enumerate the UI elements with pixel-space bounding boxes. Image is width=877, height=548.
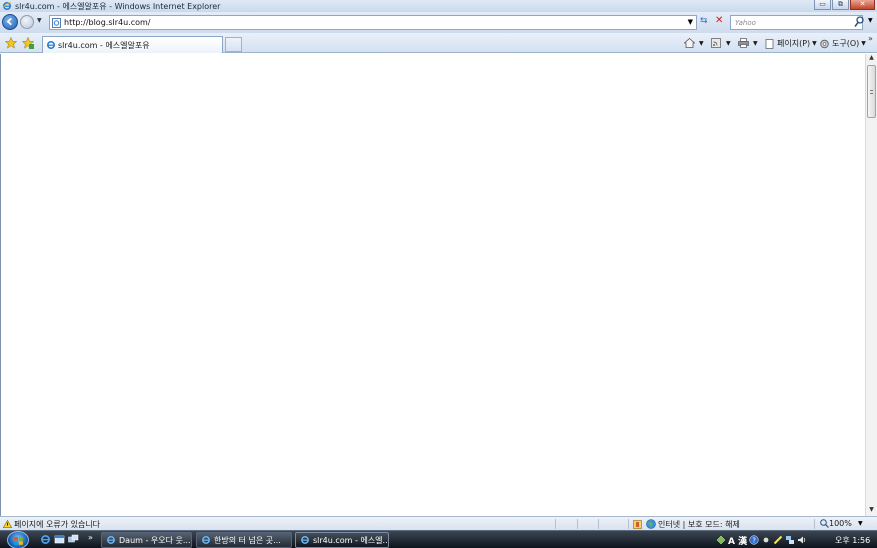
address-bar[interactable]: http://blog.slr4u.com/ ▼: [49, 15, 697, 30]
scrollbar-thumb[interactable]: [867, 65, 876, 118]
svg-text:?: ?: [752, 537, 756, 545]
chevron-down-icon: ▼: [861, 40, 866, 47]
status-divider: [814, 519, 815, 529]
home-button[interactable]: ▼: [684, 38, 704, 48]
chevron-down-icon[interactable]: ▼: [699, 40, 704, 47]
internet-explorer-icon: [46, 40, 56, 50]
grip-icon: [870, 90, 873, 94]
arrow-left-icon: [6, 17, 12, 26]
taskbar-item-label: slr4u.com - 에스엘...: [313, 535, 389, 545]
help-icon[interactable]: ?: [749, 535, 759, 545]
network-connection-icon[interactable]: [785, 535, 795, 545]
favorites-star-icon[interactable]: [5, 37, 17, 49]
tab-slr4u[interactable]: slr4u.com - 에스엘알포유: [42, 36, 223, 53]
chevron-down-icon: ▼: [812, 40, 817, 47]
new-tab-button[interactable]: [225, 37, 242, 52]
window-controls: ▭ ⧉ ✕: [813, 0, 875, 10]
refresh-button[interactable]: ⇆: [700, 16, 708, 26]
close-button[interactable]: ✕: [850, 0, 875, 10]
taskbar-item-daum[interactable]: Daum - 우오다 웃...: [101, 532, 192, 548]
pencil-icon[interactable]: [773, 535, 783, 545]
maximize-button[interactable]: ⧉: [832, 0, 849, 10]
show-desktop-icon[interactable]: [54, 534, 65, 545]
taskbar-item-label: 한방의 터 넘은 곳...: [214, 535, 281, 545]
switch-windows-icon[interactable]: [68, 534, 79, 545]
title-bar: slr4u.com - 에스엘알포유 - Windows Internet Ex…: [0, 0, 877, 12]
page-menu-label: 페이지(P): [777, 39, 811, 48]
zoom-level[interactable]: 100%: [829, 519, 852, 528]
forward-button[interactable]: [20, 15, 34, 29]
scroll-up-arrow-icon[interactable]: ▲: [866, 54, 877, 64]
status-divider: [598, 519, 599, 529]
search-placeholder: Yahoo: [735, 18, 756, 27]
page-content-area[interactable]: [0, 54, 865, 516]
tab-bar: slr4u.com - 에스엘알포유 ▼ ▼ ▼ 페이지(P) ▼ 도구(O) …: [0, 33, 877, 53]
page-icon: [765, 38, 774, 49]
taskbar-item-hanbang[interactable]: 한방의 터 넘은 곳...: [196, 532, 292, 548]
status-divider: [628, 519, 629, 529]
internet-explorer-icon: [301, 536, 309, 544]
back-button[interactable]: [2, 14, 18, 30]
chevron-down-icon[interactable]: ▼: [753, 40, 758, 47]
chevron-down-icon[interactable]: ▼: [726, 40, 731, 47]
status-bar: 페이지에 오류가 있습니다 인터넷 | 보호 모드: 해제 100% ▼: [0, 516, 877, 530]
rss-icon: [711, 38, 721, 48]
ime-indicator[interactable]: A 漢: [728, 534, 747, 547]
home-icon: [684, 38, 695, 48]
recent-pages-dropdown[interactable]: ▼: [37, 17, 42, 24]
page-menu[interactable]: 페이지(P) ▼: [764, 38, 817, 49]
vertical-scrollbar[interactable]: ▲ ▼: [865, 54, 877, 516]
network-icon[interactable]: [716, 535, 726, 545]
search-icon[interactable]: [854, 16, 864, 28]
taskbar-item-label: Daum - 우오다 웃...: [119, 535, 191, 545]
taskbar: » Daum - 우오다 웃... 한방의 터 넘은 곳... slr4u.co…: [0, 530, 877, 548]
tools-menu[interactable]: 도구(O) ▼: [819, 38, 866, 49]
print-button[interactable]: ▼: [738, 38, 758, 48]
system-clock[interactable]: 오후 1:56: [835, 535, 870, 546]
start-button[interactable]: [7, 531, 29, 548]
security-zone-icon[interactable]: [633, 520, 642, 529]
window-title: slr4u.com - 에스엘알포유 - Windows Internet Ex…: [15, 1, 221, 11]
feeds-button[interactable]: ▼: [711, 38, 731, 48]
page-icon: [52, 17, 61, 28]
navigation-bar: ▼ http://blog.slr4u.com/ ▼ ⇆ ✕ Yahoo ▼: [0, 12, 877, 33]
zoom-icon[interactable]: [820, 519, 829, 528]
internet-explorer-icon: [107, 536, 115, 544]
warning-icon[interactable]: [3, 520, 12, 528]
tools-menu-label: 도구(O): [832, 39, 860, 48]
stop-button[interactable]: ✕: [715, 15, 723, 26]
url-text: http://blog.slr4u.com/: [64, 18, 151, 27]
status-message[interactable]: 페이지에 오류가 있습니다: [14, 519, 100, 530]
settings-icon[interactable]: [761, 535, 771, 545]
quick-launch-more-chevron-icon[interactable]: »: [88, 533, 93, 542]
printer-icon: [738, 38, 749, 48]
add-favorite-icon[interactable]: [22, 37, 34, 49]
scroll-down-arrow-icon[interactable]: ▼: [866, 506, 877, 516]
globe-icon: [646, 519, 656, 529]
internet-explorer-icon[interactable]: [40, 534, 51, 545]
windows-logo-icon: [14, 537, 23, 545]
address-dropdown-icon[interactable]: ▼: [688, 18, 693, 26]
search-input[interactable]: Yahoo: [730, 15, 863, 30]
internet-explorer-icon: [2, 1, 12, 11]
volume-icon[interactable]: [797, 535, 807, 545]
internet-explorer-icon: [202, 536, 210, 544]
status-divider: [577, 519, 578, 529]
tab-label: slr4u.com - 에스엘알포유: [58, 40, 150, 50]
gear-icon: [820, 39, 829, 48]
more-commands-chevron-icon[interactable]: »: [868, 34, 873, 43]
minimize-button[interactable]: ▭: [814, 0, 831, 10]
zoom-dropdown-icon[interactable]: ▼: [858, 520, 863, 527]
security-zone-text[interactable]: 인터넷 | 보호 모드: 해제: [658, 519, 740, 530]
system-tray: A 漢 ?: [716, 532, 809, 548]
search-options-dropdown[interactable]: ▼: [868, 17, 873, 24]
taskbar-item-slr4u[interactable]: slr4u.com - 에스엘...: [295, 532, 389, 548]
status-divider: [555, 519, 556, 529]
